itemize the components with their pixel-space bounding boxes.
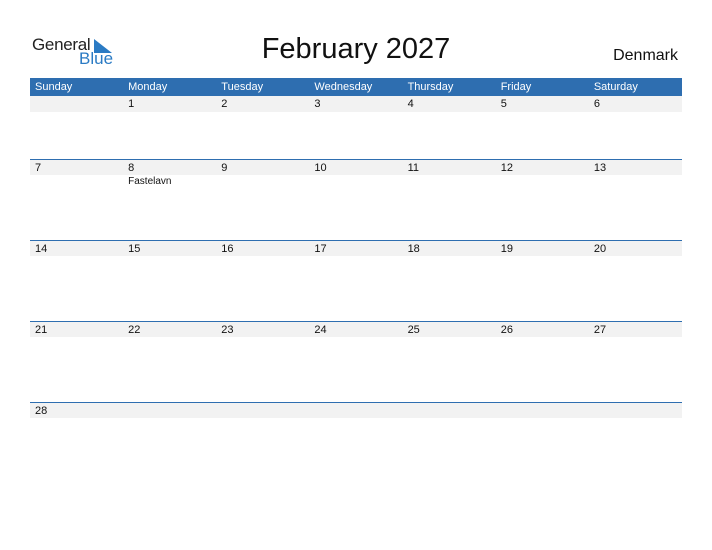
day-number: 18 xyxy=(407,243,420,255)
calendar-title: February 2027 xyxy=(261,33,451,65)
weekday-tuesday: Tuesday xyxy=(221,81,264,93)
day-number xyxy=(589,403,682,418)
day-event xyxy=(216,337,309,338)
day-number: 28 xyxy=(35,405,48,417)
day-number: 11 xyxy=(407,162,419,174)
day-number xyxy=(30,96,123,112)
day-event xyxy=(30,256,123,257)
day-number: 7 xyxy=(35,162,42,174)
day-number: 26 xyxy=(500,324,513,336)
date-strip: 28 xyxy=(30,402,682,418)
day-event xyxy=(403,256,496,257)
day-event xyxy=(496,112,589,113)
day-number: 1 xyxy=(128,98,135,110)
day-event xyxy=(496,337,589,338)
weekday-monday: Monday xyxy=(128,81,168,93)
weekday-saturday: Saturday xyxy=(593,81,638,93)
day-event xyxy=(216,112,309,113)
weekday-header: Sunday Monday Tuesday Wednesday Thursday… xyxy=(30,78,682,96)
day-event xyxy=(403,175,496,187)
calendar-grid: Sunday Monday Tuesday Wednesday Thursday… xyxy=(30,78,682,483)
day-event xyxy=(309,175,402,187)
weekday-wednesday: Wednesday xyxy=(314,81,373,93)
week-row: 7 8 9 10 11 12 13 Fastelavn xyxy=(30,159,682,240)
day-number xyxy=(496,403,589,418)
day-event xyxy=(309,112,402,113)
day-number xyxy=(123,403,216,418)
day-event xyxy=(309,256,402,257)
date-strip: 1 2 3 4 5 6 xyxy=(30,96,682,112)
day-number: 4 xyxy=(407,98,414,110)
day-number: 13 xyxy=(593,162,607,174)
day-number: 22 xyxy=(128,324,141,336)
day-number: 2 xyxy=(221,98,228,110)
week-row: 28 xyxy=(30,402,682,483)
day-event xyxy=(589,256,682,257)
day-event xyxy=(30,418,123,419)
day-event xyxy=(589,418,682,419)
events-row xyxy=(30,256,682,257)
day-number: 12 xyxy=(500,162,513,174)
day-number: 9 xyxy=(221,162,228,174)
date-strip: 14 15 16 17 18 19 20 xyxy=(30,240,682,256)
day-number: 20 xyxy=(593,243,607,255)
day-event xyxy=(589,175,682,187)
day-event xyxy=(496,175,589,187)
day-number xyxy=(403,403,496,418)
date-strip: 21 22 23 24 25 26 27 xyxy=(30,321,682,337)
day-event xyxy=(30,175,123,187)
country-label: Denmark xyxy=(613,47,678,64)
day-event xyxy=(589,337,682,338)
events-row: Fastelavn xyxy=(30,175,682,187)
week-row: 1 2 3 4 5 6 xyxy=(30,96,682,159)
day-event xyxy=(309,418,402,419)
date-strip: 7 8 9 10 11 12 13 xyxy=(30,159,682,175)
week-row: 14 15 16 17 18 19 20 xyxy=(30,240,682,321)
day-number: 21 xyxy=(35,324,48,336)
day-event xyxy=(30,337,123,338)
weekday-thursday: Thursday xyxy=(407,81,454,93)
day-event xyxy=(403,337,496,338)
day-event xyxy=(216,418,309,419)
day-number: 23 xyxy=(221,324,234,336)
day-number: 24 xyxy=(314,324,327,336)
day-event xyxy=(123,418,216,419)
day-event xyxy=(309,337,402,338)
day-event xyxy=(403,418,496,419)
day-event xyxy=(496,418,589,419)
day-event xyxy=(123,337,216,338)
day-number: 19 xyxy=(500,243,513,255)
day-number: 17 xyxy=(314,243,327,255)
day-event: Fastelavn xyxy=(128,176,172,187)
day-event xyxy=(216,256,309,257)
weeks-container: 1 2 3 4 5 6 7 8 9 10 11 12 13 Fastelavn 14 15 16 17 18 19 20… xyxy=(30,96,682,483)
day-event xyxy=(123,112,216,113)
day-event xyxy=(216,175,309,187)
weekday-friday: Friday xyxy=(500,81,532,93)
day-number xyxy=(309,403,402,418)
day-number: 8 xyxy=(128,162,135,174)
day-event xyxy=(403,112,496,113)
day-number: 15 xyxy=(128,243,141,255)
day-number: 14 xyxy=(35,243,48,255)
day-event xyxy=(30,112,123,113)
day-number: 25 xyxy=(407,324,420,336)
day-number: 10 xyxy=(314,162,327,174)
day-number: 6 xyxy=(593,98,600,110)
day-number: 5 xyxy=(500,98,507,110)
events-row xyxy=(30,418,682,419)
week-row: 21 22 23 24 25 26 27 xyxy=(30,321,682,402)
day-event xyxy=(123,256,216,257)
events-row xyxy=(30,112,682,113)
events-row xyxy=(30,337,682,338)
day-number: 16 xyxy=(221,243,234,255)
day-event xyxy=(496,256,589,257)
day-number xyxy=(216,403,309,418)
day-number: 3 xyxy=(314,98,321,110)
day-event xyxy=(589,112,682,113)
day-number: 27 xyxy=(593,324,607,336)
weekday-sunday: Sunday xyxy=(35,81,73,93)
